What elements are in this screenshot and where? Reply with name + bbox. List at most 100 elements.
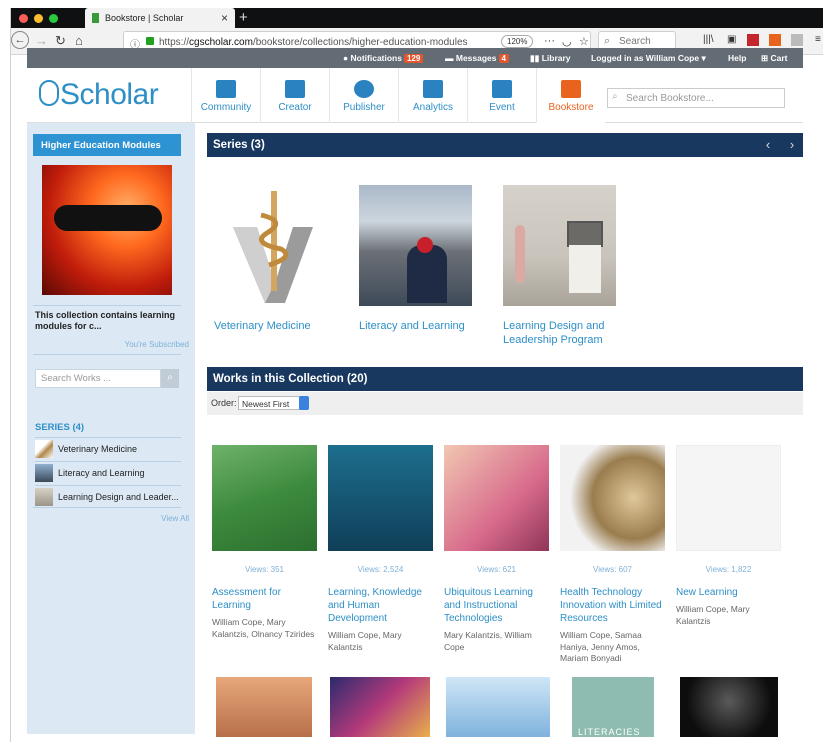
work-card[interactable]: Views: 351 Assessment for Learning Willi… [212,445,317,640]
work-cover-image[interactable] [216,677,312,737]
work-cover-image [676,445,781,551]
maximize-window-icon[interactable] [49,14,58,23]
order-select[interactable]: Newest First [238,396,308,410]
nav-publisher[interactable]: Publisher [329,68,398,123]
search-icon: ⌕ [604,35,611,47]
work-views: Views: 621 [477,565,516,574]
work-cover-image[interactable] [330,677,430,737]
back-icon[interactable]: ← [11,31,29,49]
subscription-status[interactable]: You're Subscribed [125,340,189,349]
series-thumbnail [35,440,53,458]
series-section-header: Series (3) ‹ › [207,133,803,157]
next-series-icon[interactable]: › [781,133,803,157]
search-works-icon[interactable]: ⌕ [161,369,179,388]
series-thumbnail [35,488,53,506]
order-label: Order: [211,398,237,408]
close-window-icon[interactable] [19,14,28,23]
new-tab-icon[interactable]: + [239,9,248,26]
search-works-input[interactable]: Search Works ... [35,369,161,388]
nav-bookstore[interactable]: Bookstore [536,68,605,123]
work-card[interactable]: Views: 1,822 New Learning William Cope, … [676,445,781,627]
reload-icon[interactable]: ↻ [55,33,66,49]
work-cover-image[interactable]: LITERACIES [572,677,654,737]
help-link[interactable]: Help [728,53,746,63]
pocket-icon[interactable]: ◡ [562,35,572,48]
star-bookmark-icon[interactable]: ☆ [579,35,589,48]
scholar-extension-icon[interactable] [769,34,781,46]
minimize-window-icon[interactable] [34,14,43,23]
messages-link[interactable]: ▬ Messages 4 [445,53,509,63]
nav-analytics[interactable]: Analytics [398,68,467,123]
work-card[interactable]: Views: 2,524 Learning, Knowledge and Hum… [328,445,433,653]
work-authors: William Cope, Mary Kalantzis [328,630,402,652]
bookstore-search-input[interactable]: ⌕ Search Bookstore... [607,88,785,108]
notifications-link[interactable]: ● Notifications 129 [343,53,424,63]
browser-tab[interactable]: Bookstore | Scholar × [85,8,235,28]
work-card[interactable]: Views: 621 Ubiquitous Learning and Instr… [444,445,549,653]
sidebar-series-item[interactable]: Literacy and Learning [35,461,181,483]
nav-creator[interactable]: Creator [260,68,329,123]
series-title[interactable]: Veterinary Medicine [214,319,311,333]
work-cover-image[interactable] [446,677,550,737]
collection-title[interactable]: Higher Education Modules [33,134,181,156]
work-cover-image[interactable] [680,677,778,737]
collection-description: This collection contains learning module… [35,310,176,331]
bookstore-icon [561,80,581,98]
work-cover-image [444,445,549,551]
scholar-logo[interactable]: Scholar [39,78,159,112]
work-cover-image [212,445,317,551]
series-title[interactable]: Learning Design and Leadership Program [503,319,623,347]
work-views: Views: 607 [593,565,632,574]
work-cover-image [328,445,433,551]
series-title[interactable]: Literacy and Learning [359,319,465,333]
work-title[interactable]: New Learning [676,586,781,599]
view-all-series-link[interactable]: View All [161,514,189,523]
home-icon[interactable]: ⌂ [75,33,83,48]
cover-text: LITERACIES [578,727,641,737]
work-authors: William Cope, Mary Kalantzis, Olnancy Tz… [212,617,315,639]
close-tab-icon[interactable]: × [221,11,228,25]
prev-series-icon[interactable]: ‹ [757,133,779,157]
sidebar-series-item[interactable]: Learning Design and Leader... [35,485,181,507]
collection-sidebar: Higher Education Modules This collection… [27,123,195,734]
work-views: Views: 351 [245,565,284,574]
order-bar: Order: Newest First [207,392,803,415]
event-icon [492,80,512,98]
forward-icon[interactable]: → [35,33,48,48]
community-icon [216,80,236,98]
work-title[interactable]: Health Technology Innovation with Limite… [560,586,665,625]
library-icon[interactable]: |||\ [703,34,714,45]
series-cover-literacy[interactable] [359,185,472,306]
sidebar-series-item[interactable]: Veterinary Medicine [35,437,181,459]
sidebar-toggle-icon[interactable]: ▣ [727,34,736,45]
tab-bar: Bookstore | Scholar × + [11,8,823,28]
library-link[interactable]: ▮▮ Library [530,53,571,64]
nav-community[interactable]: Community [191,68,260,123]
work-title[interactable]: Ubiquitous Learning and Instructional Te… [444,586,549,625]
work-title[interactable]: Learning, Knowledge and Human Developmen… [328,586,433,625]
messages-badge: 4 [498,54,509,63]
work-authors: Mary Kalantzis, William Cope [444,630,532,652]
select-arrow-icon[interactable] [299,396,309,410]
menu-icon[interactable]: ≡ [815,34,821,45]
work-card[interactable]: Views: 607 Health Technology Innovation … [560,445,665,665]
more-actions-icon[interactable]: ··· [544,35,555,47]
work-authors: William Cope, Samaa Haniya, Jenny Amos, … [560,630,642,663]
notifications-badge: 129 [403,54,424,63]
lock-icon [146,37,154,45]
scholar-logo-icon [39,80,59,106]
zoom-level[interactable]: 120% [501,35,534,48]
creator-icon [285,80,305,98]
pdf-extension-icon[interactable] [747,34,759,46]
publisher-icon [354,80,374,98]
cart-link[interactable]: ⊞ Cart [761,53,788,64]
url-text: https://cgscholar.com/bookstore/collecti… [159,37,468,48]
account-menu[interactable]: Logged in as William Cope ▾ [591,53,706,64]
work-title[interactable]: Assessment for Learning [212,586,317,612]
series-cover-veterinary[interactable] [215,185,328,306]
work-authors: William Cope, Mary Kalantzis [676,604,750,626]
series-cover-learning-design[interactable] [503,185,616,306]
nav-event[interactable]: Event [467,68,536,123]
extension-icon[interactable] [791,34,803,46]
collection-cover-image [42,165,172,295]
